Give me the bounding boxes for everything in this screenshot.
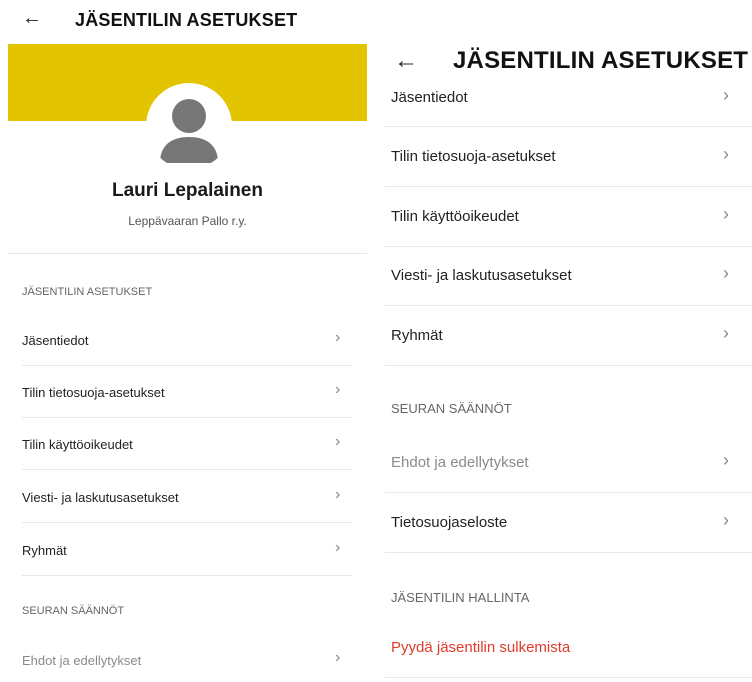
profile-organization: Leppävaaran Pallo r.y. <box>128 214 247 228</box>
menu-item-groups[interactable]: Ryhmät › <box>379 306 752 366</box>
section-label-account-settings: JÄSENTILIN ASETUKSET <box>22 286 153 298</box>
menu-item-label: Tilin käyttöoikeudet <box>22 437 133 452</box>
chevron-right-icon: › <box>335 486 341 503</box>
chevron-right-icon: › <box>723 323 729 343</box>
section-label-club-rules: SEURAN SÄÄNNÖT <box>391 401 512 416</box>
menu-item-label: Jäsentiedot <box>391 89 468 106</box>
menu-item-member-info[interactable]: Jäsentiedot › <box>379 67 752 127</box>
menu-item-label: Viesti- ja laskutusasetukset <box>391 267 572 284</box>
left-header: ← JÄSENTILIN ASETUKSET <box>0 0 367 40</box>
chevron-right-icon: › <box>723 510 729 530</box>
chevron-right-icon: › <box>335 649 341 666</box>
divider <box>385 365 752 366</box>
menu-item-label: Viesti- ja laskutusasetukset <box>22 490 179 505</box>
request-account-closure-button[interactable]: Pyydä jäsentilin sulkemista <box>379 618 752 678</box>
chevron-right-icon: › <box>723 204 729 224</box>
menu-item-label: Ryhmät <box>22 543 67 558</box>
left-screen: ← JÄSENTILIN ASETUKSET Lauri Lepalainen … <box>0 0 367 682</box>
divider <box>385 552 752 553</box>
menu-item-label: Tilin tietosuoja-asetukset <box>391 148 556 165</box>
menu-item-label: Tilin tietosuoja-asetukset <box>22 385 165 400</box>
menu-item-label: Jäsentiedot <box>22 333 89 348</box>
menu-item-terms[interactable]: Ehdot ja edellytykset › <box>379 433 752 493</box>
menu-item-label: Ehdot ja edellytykset <box>22 653 142 668</box>
menu-item-groups[interactable]: Ryhmät › <box>8 524 367 576</box>
menu-item-privacy-settings[interactable]: Tilin tietosuoja-asetukset › <box>8 366 367 418</box>
menu-item-label: Ryhmät <box>391 327 443 344</box>
chevron-right-icon: › <box>335 329 341 346</box>
menu-item-terms[interactable]: Ehdot ja edellytykset › <box>8 634 367 682</box>
menu-item-messaging-billing[interactable]: Viesti- ja laskutusasetukset › <box>379 246 752 306</box>
menu-item-label: Ehdot ja edellytykset <box>391 454 529 471</box>
menu-item-messaging-billing[interactable]: Viesti- ja laskutusasetukset › <box>8 471 367 523</box>
section-label-account-management: JÄSENTILIN HALLINTA <box>391 590 530 605</box>
divider <box>22 522 353 523</box>
chevron-right-icon: › <box>335 539 341 556</box>
divider <box>8 253 367 254</box>
user-avatar-icon[interactable] <box>146 83 232 169</box>
chevron-right-icon: › <box>723 85 729 105</box>
chevron-right-icon: › <box>335 433 341 450</box>
chevron-right-icon: › <box>723 144 729 164</box>
menu-item-access-rights[interactable]: Tilin käyttöoikeudet › <box>8 418 367 470</box>
section-label-club-rules: SEURAN SÄÄNNÖT <box>22 605 125 617</box>
page-title: JÄSENTILIN ASETUKSET <box>75 10 298 30</box>
profile-name: Lauri Lepalainen <box>112 180 263 201</box>
menu-item-privacy-policy[interactable]: Tietosuojaseloste › <box>379 493 752 553</box>
menu-item-label: Pyydä jäsentilin sulkemista <box>391 639 571 656</box>
arrow-left-icon[interactable]: ← <box>22 8 42 28</box>
right-screen: ← JÄSENTILIN ASETUKSET Jäsentiedot › Til… <box>379 0 752 682</box>
chevron-right-icon: › <box>335 381 341 398</box>
menu-item-label: Tilin käyttöoikeudet <box>391 208 519 225</box>
menu-item-label: Tietosuojaseloste <box>391 514 508 531</box>
menu-item-member-info[interactable]: Jäsentiedot › <box>8 314 367 366</box>
menu-item-access-rights[interactable]: Tilin käyttöoikeudet › <box>379 187 752 247</box>
chevron-right-icon: › <box>723 263 729 283</box>
divider <box>385 677 752 678</box>
chevron-right-icon: › <box>723 450 729 470</box>
divider <box>22 469 353 470</box>
divider <box>22 575 353 576</box>
menu-item-privacy-settings[interactable]: Tilin tietosuoja-asetukset › <box>379 127 752 187</box>
